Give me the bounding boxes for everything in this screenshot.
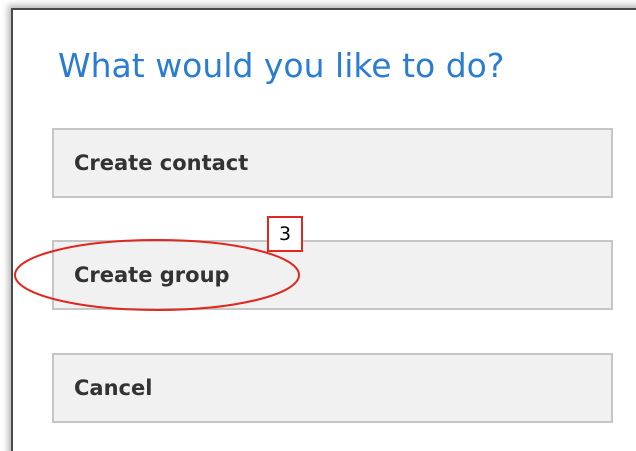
cancel-button[interactable]: Cancel: [52, 353, 613, 423]
create-contact-button[interactable]: Create contact: [52, 128, 613, 198]
step-number-badge: 3: [267, 216, 303, 252]
dialog-title: What would you like to do?: [58, 46, 505, 85]
screenshot: What would you like to do? Create contac…: [0, 0, 636, 451]
create-group-button[interactable]: Create group: [52, 240, 613, 310]
